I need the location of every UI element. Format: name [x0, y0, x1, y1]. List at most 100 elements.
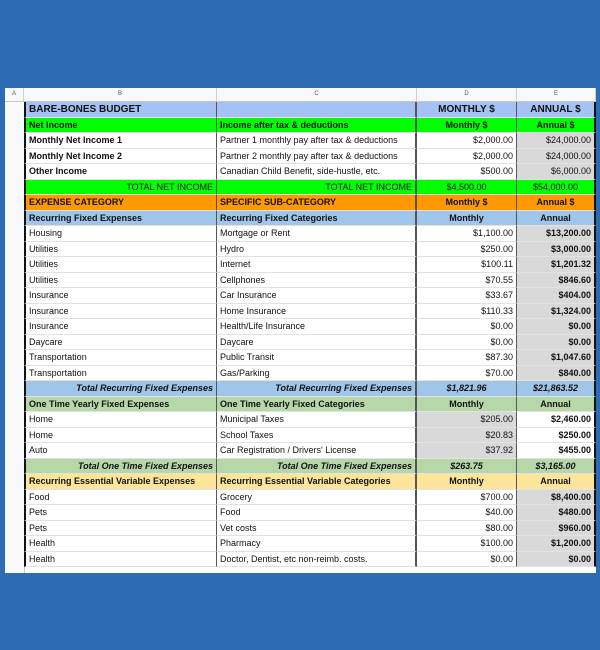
subcategory-cell[interactable]: Income after tax & deductions — [217, 117, 417, 133]
category-cell[interactable]: Food — [24, 489, 217, 505]
category-cell[interactable]: Total Recurring Fixed Expenses — [24, 381, 217, 397]
annual-cell[interactable]: $3,165.00 — [517, 458, 596, 474]
category-cell[interactable]: One Time Yearly Fixed Expenses — [24, 396, 217, 412]
subcategory-cell[interactable]: Hydro — [217, 241, 417, 257]
monthly-cell[interactable]: MONTHLY $ — [417, 102, 517, 118]
annual-cell[interactable]: $960.00 — [517, 520, 596, 536]
category-cell[interactable]: Health — [24, 536, 217, 552]
subcategory-cell[interactable]: Car Registration / Drivers' License — [217, 443, 417, 459]
annual-cell[interactable]: $480.00 — [517, 505, 596, 521]
annual-cell[interactable]: $846.60 — [517, 272, 596, 288]
subcategory-cell[interactable]: TOTAL NET INCOME — [217, 179, 417, 195]
annual-cell[interactable]: Annual — [517, 474, 596, 490]
category-cell[interactable]: Insurance — [24, 303, 217, 319]
subcategory-cell[interactable]: Vet costs — [217, 520, 417, 536]
monthly-cell[interactable]: $40.00 — [417, 505, 517, 521]
monthly-cell[interactable]: $0.00 — [417, 319, 517, 335]
monthly-cell[interactable]: Monthly — [417, 210, 517, 226]
category-cell[interactable]: Insurance — [24, 288, 217, 304]
subcategory-cell[interactable]: Recurring Fixed Categories — [217, 210, 417, 226]
monthly-cell[interactable]: $100.00 — [417, 536, 517, 552]
subcategory-cell[interactable]: Partner 2 monthly pay after tax & deduct… — [217, 148, 417, 164]
subcategory-cell[interactable]: Mortgage or Rent — [217, 226, 417, 242]
monthly-cell[interactable]: $2,000.00 — [417, 133, 517, 149]
annual-cell[interactable]: Annual — [517, 210, 596, 226]
subcategory-cell[interactable]: One Time Yearly Fixed Categories — [217, 396, 417, 412]
annual-cell[interactable]: $6,000.00 — [517, 164, 596, 180]
subcategory-cell[interactable]: Doctor, Dentist, etc non-reimb. costs. — [217, 551, 417, 567]
subcategory-cell[interactable]: School Taxes — [217, 427, 417, 443]
annual-cell[interactable]: $0.00 — [517, 334, 596, 350]
subcategory-cell[interactable]: Car Insurance — [217, 288, 417, 304]
category-cell[interactable]: Pets — [24, 520, 217, 536]
monthly-cell[interactable]: $250.00 — [417, 241, 517, 257]
column-header-a[interactable]: A — [5, 88, 24, 101]
category-cell[interactable]: Auto — [24, 443, 217, 459]
category-cell[interactable]: Housing — [24, 226, 217, 242]
monthly-cell[interactable]: $87.30 — [417, 350, 517, 366]
category-cell[interactable]: TOTAL NET INCOME — [24, 179, 217, 195]
monthly-cell[interactable]: $263.75 — [417, 458, 517, 474]
category-cell[interactable]: Monthly Net Income 1 — [24, 133, 217, 149]
monthly-cell[interactable]: $205.00 — [417, 412, 517, 428]
subcategory-cell[interactable]: Internet — [217, 257, 417, 273]
column-header-e[interactable]: E — [517, 88, 596, 101]
monthly-cell[interactable]: $0.00 — [417, 334, 517, 350]
subcategory-cell[interactable]: Grocery — [217, 489, 417, 505]
annual-cell[interactable]: ANNUAL $ — [517, 102, 596, 118]
subcategory-cell[interactable]: Pharmacy — [217, 536, 417, 552]
category-cell[interactable]: Utilities — [24, 272, 217, 288]
monthly-cell[interactable]: Monthly $ — [417, 117, 517, 133]
subcategory-cell[interactable]: Food — [217, 505, 417, 521]
category-cell[interactable]: Home — [24, 427, 217, 443]
annual-cell[interactable]: $2,460.00 — [517, 412, 596, 428]
category-cell[interactable]: Net Income — [24, 117, 217, 133]
subcategory-cell[interactable]: Total One Time Fixed Expenses — [217, 458, 417, 474]
annual-cell[interactable]: Annual $ — [517, 117, 596, 133]
subcategory-cell[interactable]: Home Insurance — [217, 303, 417, 319]
category-cell[interactable]: Insurance — [24, 319, 217, 335]
annual-cell[interactable]: $0.00 — [517, 551, 596, 567]
annual-cell[interactable]: Annual $ — [517, 195, 596, 211]
category-cell[interactable]: Home — [24, 412, 217, 428]
annual-cell[interactable]: $3,000.00 — [517, 241, 596, 257]
category-cell[interactable]: Total One Time Fixed Expenses — [24, 458, 217, 474]
category-cell[interactable]: Health — [24, 551, 217, 567]
category-cell[interactable]: Other Income — [24, 164, 217, 180]
monthly-cell[interactable]: $4,500.00 — [417, 179, 517, 195]
annual-cell[interactable]: $54,000.00 — [517, 179, 596, 195]
column-header-b[interactable]: B — [24, 88, 217, 101]
subcategory-cell[interactable]: Gas/Parking — [217, 365, 417, 381]
monthly-cell[interactable]: Monthly — [417, 474, 517, 490]
subcategory-cell[interactable]: Cellphones — [217, 272, 417, 288]
annual-cell[interactable]: $1,201.32 — [517, 257, 596, 273]
monthly-cell[interactable]: $33.67 — [417, 288, 517, 304]
column-header-c[interactable]: C — [217, 88, 417, 101]
annual-cell[interactable]: $404.00 — [517, 288, 596, 304]
subcategory-cell[interactable]: SPECIFIC SUB-CATEGORY — [217, 195, 417, 211]
monthly-cell[interactable]: Monthly $ — [417, 195, 517, 211]
subcategory-cell[interactable] — [217, 102, 417, 118]
monthly-cell[interactable]: $1,100.00 — [417, 226, 517, 242]
category-cell[interactable]: BARE-BONES BUDGET — [24, 102, 217, 118]
category-cell[interactable]: Transportation — [24, 350, 217, 366]
monthly-cell[interactable]: Monthly — [417, 396, 517, 412]
subcategory-cell[interactable]: Recurring Essential Variable Categories — [217, 474, 417, 490]
category-cell[interactable]: Transportation — [24, 365, 217, 381]
monthly-cell[interactable]: $2,000.00 — [417, 148, 517, 164]
annual-cell[interactable]: $250.00 — [517, 427, 596, 443]
monthly-cell[interactable]: $1,821.96 — [417, 381, 517, 397]
annual-cell[interactable]: $840.00 — [517, 365, 596, 381]
subcategory-cell[interactable]: Public Transit — [217, 350, 417, 366]
monthly-cell[interactable]: $100.11 — [417, 257, 517, 273]
annual-cell[interactable]: $24,000.00 — [517, 133, 596, 149]
category-cell[interactable]: Pets — [24, 505, 217, 521]
subcategory-cell[interactable]: Canadian Child Benefit, side-hustle, etc… — [217, 164, 417, 180]
subcategory-cell[interactable]: Municipal Taxes — [217, 412, 417, 428]
subcategory-cell[interactable]: Total Recurring Fixed Expenses — [217, 381, 417, 397]
subcategory-cell[interactable]: Daycare — [217, 334, 417, 350]
category-cell[interactable]: Utilities — [24, 257, 217, 273]
monthly-cell[interactable]: $80.00 — [417, 520, 517, 536]
subcategory-cell[interactable]: Partner 1 monthly pay after tax & deduct… — [217, 133, 417, 149]
annual-cell[interactable]: $8,400.00 — [517, 489, 596, 505]
